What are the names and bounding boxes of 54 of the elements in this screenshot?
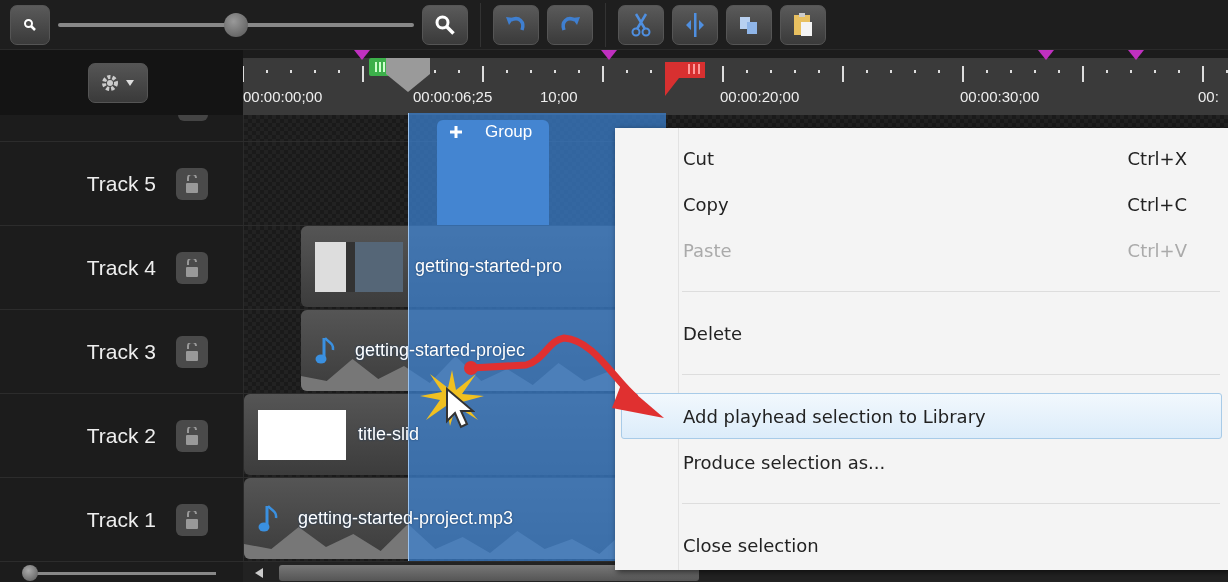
playhead-handle-icon[interactable] — [386, 58, 430, 92]
unlocked-padlock-icon — [185, 510, 199, 529]
track-name: Track 5 — [86, 171, 156, 196]
clip-name: getting-started-pro — [415, 256, 563, 277]
time-label: 00: — [1198, 88, 1219, 105]
unlocked-padlock-icon — [185, 426, 199, 445]
menu-item[interactable]: Delete — [621, 310, 1222, 356]
time-label: 00:00:20;00 — [720, 88, 800, 105]
track-height-slider[interactable] — [24, 565, 216, 581]
group-label: Group — [485, 122, 533, 142]
zoom-in-button[interactable] — [422, 4, 468, 45]
expand-icon[interactable] — [449, 125, 463, 139]
music-note-icon — [258, 503, 278, 534]
menu-item[interactable]: Copy Ctrl+C — [621, 181, 1222, 227]
search-icon — [23, 17, 37, 32]
split-icon — [684, 11, 706, 38]
lock-button[interactable] — [176, 167, 208, 200]
time-ruler[interactable]: 00:00:00;00 00:00:06;25 10;00 00:00:20;00 00:00:30;00 00: — [243, 50, 1228, 115]
lock-button[interactable] — [176, 503, 208, 536]
time-label: 00:00:06;25 — [413, 88, 493, 105]
settings-icon — [100, 72, 136, 93]
scroll-left-icon — [255, 567, 263, 578]
search-icon — [434, 13, 456, 36]
unlocked-padlock-icon — [185, 258, 199, 277]
settings-button[interactable] — [88, 62, 148, 103]
time-label: 00:00:00;00 — [243, 88, 323, 105]
paste-button[interactable] — [780, 4, 826, 45]
undo-button[interactable] — [493, 4, 539, 45]
track-name: Track 2 — [86, 423, 156, 448]
zoom-out-button[interactable] — [10, 4, 50, 45]
scrollbar-thumb[interactable] — [279, 564, 699, 581]
split-button[interactable] — [672, 4, 718, 45]
music-note-icon — [315, 335, 335, 366]
time-label: 00:00:30;00 — [960, 88, 1040, 105]
track-name: Track 4 — [86, 255, 156, 280]
track-name: Track 3 — [86, 339, 156, 364]
lock-button[interactable] — [176, 419, 208, 452]
clipboard-icon — [792, 11, 814, 38]
menu-item[interactable]: Cut Ctrl+X — [621, 135, 1222, 181]
lock-button[interactable] — [176, 251, 208, 284]
clip-name: getting-started-projec — [355, 340, 526, 361]
menu-item[interactable]: Produce selection as... — [621, 439, 1222, 485]
redo-button[interactable] — [547, 4, 593, 45]
lock-button[interactable] — [176, 335, 208, 368]
copy-button[interactable] — [726, 4, 772, 45]
unlocked-padlock-icon — [185, 174, 199, 193]
scissors-icon — [630, 11, 652, 38]
track-name: Track 1 — [86, 507, 156, 532]
cut-button[interactable] — [618, 4, 664, 45]
time-label: 10;00 — [540, 88, 578, 105]
pointer-cursor-icon — [445, 387, 475, 429]
unlocked-padlock-icon — [185, 342, 199, 361]
menu-item[interactable]: Close selection — [621, 522, 1222, 568]
menu-item[interactable]: Add playhead selection to Library — [621, 393, 1222, 439]
